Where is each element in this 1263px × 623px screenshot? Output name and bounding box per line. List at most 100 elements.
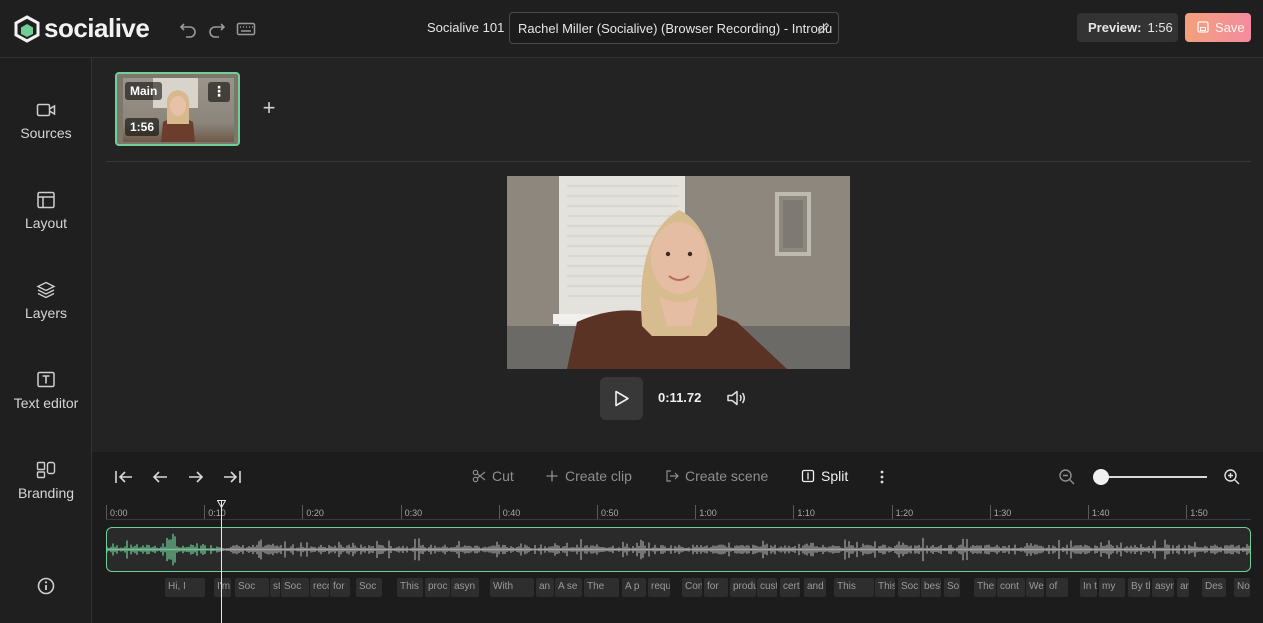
audio-track[interactable] <box>106 527 1251 572</box>
caption-chip[interactable]: This <box>397 578 423 597</box>
caption-chip[interactable]: The <box>974 578 996 597</box>
cut-button[interactable]: Cut <box>472 468 514 484</box>
timeline-tick: 1:30 <box>989 505 1011 519</box>
more-options-icon[interactable] <box>876 468 888 486</box>
playhead[interactable] <box>221 500 222 623</box>
save-button[interactable]: Save <box>1185 13 1251 42</box>
caption-chip[interactable]: Con <box>682 578 702 597</box>
keyboard-icon[interactable] <box>236 19 256 39</box>
caption-chip[interactable]: requ <box>648 578 670 597</box>
caption-chip[interactable]: st <box>270 578 280 597</box>
create-clip-label: Create clip <box>565 468 632 484</box>
sidebar-item-layout[interactable]: Layout <box>0 191 92 231</box>
sidebar: Sources Layout Layers Text editor Brandi… <box>0 58 92 623</box>
project-name: Socialive 101 <box>427 20 505 35</box>
video-title-field[interactable]: Rachel Miller (Socialive) (Browser Recor… <box>509 12 839 44</box>
caption-chip[interactable]: ar <box>1177 578 1189 597</box>
zoom-slider-handle[interactable] <box>1093 469 1109 485</box>
caption-chip[interactable]: We'l <box>1026 578 1044 597</box>
sidebar-item-sources[interactable]: Sources <box>0 101 92 141</box>
timeline-tick: 1:10 <box>793 505 815 519</box>
logo-text: socialive <box>44 13 150 43</box>
pencil-icon[interactable] <box>818 22 830 34</box>
caption-chip[interactable]: cust <box>757 578 777 597</box>
timeline-tick: 1:20 <box>891 505 913 519</box>
caption-chip[interactable]: By th <box>1128 578 1150 597</box>
caption-chip[interactable]: asyn <box>1152 578 1174 597</box>
caption-chip[interactable]: The <box>584 578 619 597</box>
caption-chip[interactable]: Hi, I <box>165 578 205 597</box>
step-forward-icon[interactable] <box>186 468 206 486</box>
caption-track[interactable]: Hi, II'mSocstSocrecoforSocThisprocasynWi… <box>106 578 1251 598</box>
jump-end-icon[interactable] <box>222 468 242 486</box>
preview-button[interactable]: Preview: 1:56 <box>1077 13 1178 42</box>
caption-chip[interactable]: Soc <box>235 578 269 597</box>
caption-chip[interactable]: an <box>536 578 554 597</box>
zoom-out-icon[interactable] <box>1058 468 1076 486</box>
timeline-tick: 0:40 <box>498 505 520 519</box>
caption-chip[interactable]: A p <box>622 578 646 597</box>
video-frame-image <box>507 176 850 369</box>
sidebar-item-label: Layers <box>24 305 68 321</box>
sidebar-item-label: Branding <box>17 485 75 501</box>
timeline-tick: 0:50 <box>597 505 619 519</box>
caption-chip[interactable]: Soc <box>356 578 382 597</box>
export-scene-icon <box>666 470 679 482</box>
create-clip-button[interactable]: Create clip <box>545 468 632 484</box>
caption-chip[interactable]: This <box>834 578 874 597</box>
caption-chip[interactable]: asyn <box>451 578 479 597</box>
camera-icon <box>36 103 56 117</box>
caption-chip[interactable]: cert <box>780 578 800 597</box>
caption-chip[interactable]: of <box>1046 578 1068 597</box>
caption-chip[interactable]: In th <box>1080 578 1097 597</box>
sidebar-item-text-editor[interactable]: Text editor <box>0 371 92 411</box>
video-preview[interactable] <box>507 176 850 369</box>
scene-thumbnail[interactable]: Main 1:56 ⋮ <box>115 72 240 146</box>
sidebar-item-layers[interactable]: Layers <box>0 281 92 321</box>
caption-chip[interactable]: So <box>944 578 960 597</box>
step-back-icon[interactable] <box>150 468 170 486</box>
zoom-slider-track[interactable] <box>1101 476 1207 478</box>
layers-icon <box>36 281 56 299</box>
branding-icon <box>36 461 56 479</box>
current-time: 0:11.72 <box>658 390 702 405</box>
caption-chip[interactable]: and <box>804 578 826 597</box>
add-scene-button[interactable]: + <box>259 97 279 119</box>
caption-chip[interactable]: best <box>921 578 941 597</box>
zoom-in-icon[interactable] <box>1223 468 1241 486</box>
caption-chip[interactable]: This <box>875 578 895 597</box>
caption-chip[interactable]: proc <box>425 578 450 597</box>
caption-chip[interactable]: Soc <box>898 578 920 597</box>
redo-icon[interactable] <box>207 19 227 39</box>
top-bar: socialive Socialive 101 Rachel Miller (S… <box>0 0 1263 58</box>
divider <box>106 161 1251 162</box>
scene-label: Main <box>125 82 163 100</box>
sidebar-item-label: Sources <box>20 125 72 141</box>
play-button[interactable] <box>600 377 643 420</box>
jump-start-icon[interactable] <box>114 468 134 486</box>
info-icon[interactable] <box>36 576 56 596</box>
caption-chip[interactable]: reco <box>310 578 329 597</box>
logo[interactable]: socialive <box>14 13 150 44</box>
caption-chip[interactable]: Soc <box>281 578 309 597</box>
caption-chip[interactable]: for <box>330 578 350 597</box>
caption-chip[interactable]: for <box>704 578 728 597</box>
caption-chip[interactable]: Des <box>1202 578 1226 597</box>
play-icon <box>615 390 629 407</box>
create-scene-button[interactable]: Create scene <box>665 468 768 484</box>
scene-menu-button[interactable]: ⋮ <box>208 82 230 102</box>
preview-duration: 1:56 <box>1147 20 1173 35</box>
volume-icon[interactable] <box>726 389 746 407</box>
caption-chip[interactable]: I'm <box>214 578 231 597</box>
sidebar-item-branding[interactable]: Branding <box>0 461 92 501</box>
caption-chip[interactable]: No <box>1234 578 1250 597</box>
caption-chip[interactable]: cont <box>997 578 1025 597</box>
caption-chip[interactable]: my <box>1099 578 1125 597</box>
sidebar-item-label: Text editor <box>13 395 79 411</box>
audio-waveform <box>107 533 1250 566</box>
split-button[interactable]: Split <box>801 468 848 484</box>
caption-chip[interactable]: produ <box>730 578 756 597</box>
caption-chip[interactable]: A se <box>555 578 582 597</box>
caption-chip[interactable]: With <box>490 578 534 597</box>
undo-icon[interactable] <box>178 19 198 39</box>
